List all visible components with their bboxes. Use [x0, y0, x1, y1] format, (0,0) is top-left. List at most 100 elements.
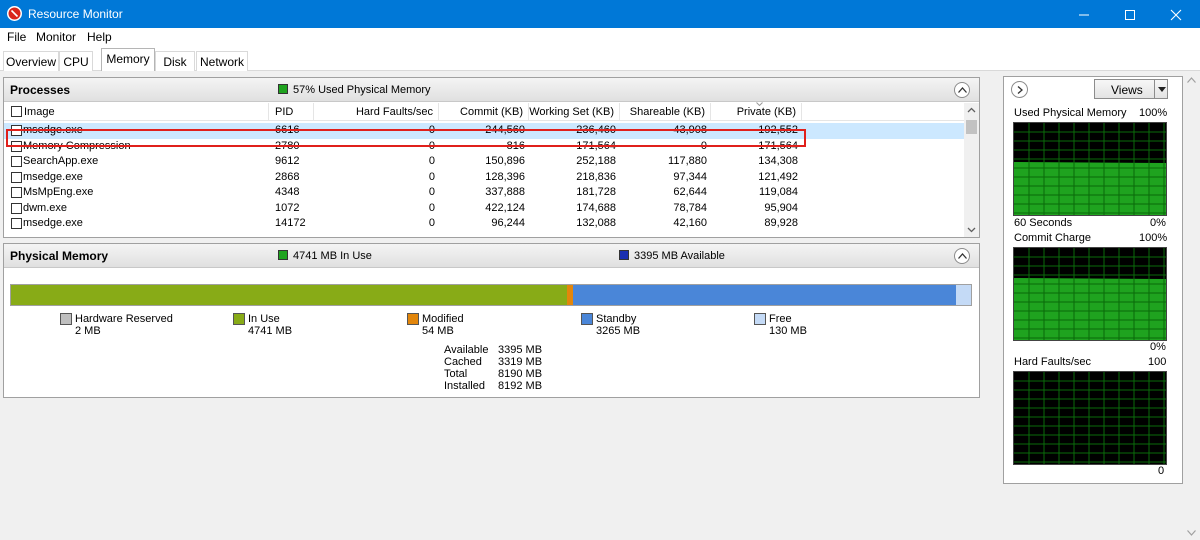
- physical-memory-header[interactable]: Physical Memory 4741 MB In Use 3395 MB A…: [4, 244, 979, 268]
- bar-segment-standby: [573, 285, 956, 305]
- processes-header[interactable]: Processes 57% Used Physical Memory: [4, 78, 979, 102]
- graph2-title: Commit Charge: [1014, 232, 1092, 244]
- stat-available-value: 3395 MB: [498, 344, 543, 356]
- column-hard-faults[interactable]: Hard Faults/sec: [314, 103, 439, 121]
- cell-pid: 1072: [275, 201, 300, 214]
- tab-overview[interactable]: Overview: [3, 51, 59, 71]
- window-scroll-up-icon: [1187, 77, 1196, 83]
- maximize-button[interactable]: [1107, 0, 1153, 28]
- legend-label-in-use: In Use: [248, 313, 280, 325]
- cell-working-set: 181,728: [576, 186, 616, 198]
- hard-faults-graph: [1013, 371, 1167, 465]
- in-use-stat: 4741 MB In Use: [293, 250, 372, 262]
- processes-scrollbar[interactable]: [964, 103, 979, 237]
- physical-memory-title: Physical Memory: [10, 249, 109, 263]
- row-checkbox[interactable]: [11, 218, 22, 229]
- stat-installed-value: 8192 MB: [498, 380, 543, 392]
- legend-label-standby: Standby: [596, 313, 637, 325]
- stat-available-label: Available: [444, 344, 489, 356]
- cell-commit: 337,888: [485, 186, 525, 198]
- collapse-processes-button[interactable]: [954, 82, 970, 98]
- used-physical-memory-graph: [1013, 122, 1167, 216]
- cell-pid: 9612: [275, 155, 300, 167]
- graph1-title: Used Physical Memory: [1014, 107, 1127, 119]
- cell-pid: 14172: [275, 217, 306, 229]
- select-all-checkbox[interactable]: [11, 106, 22, 117]
- cell-image: SearchApp.exe: [23, 155, 99, 167]
- cell-commit: 150,896: [485, 155, 525, 167]
- legend-value-standby: 3265 MB: [596, 325, 641, 337]
- tab-disk[interactable]: Disk: [155, 51, 195, 71]
- cell-private: 134,308: [758, 155, 798, 167]
- column-private[interactable]: Private (KB): [711, 102, 802, 121]
- table-row[interactable]: SearchApp.exe 9612 0 150,896 252,188 117,880 1…: [4, 154, 964, 170]
- used-memory-stat: 57% Used Physical Memory: [293, 84, 431, 96]
- cell-image: msedge.exe: [23, 170, 83, 183]
- legend-label-modified: Modified: [422, 313, 464, 325]
- window-scroll-down-icon: [1187, 530, 1196, 536]
- window-scrollbar[interactable]: [1184, 75, 1199, 540]
- row-checkbox[interactable]: [11, 202, 22, 214]
- legend-value-free: 130 MB: [769, 325, 807, 337]
- menu-file[interactable]: File: [7, 30, 26, 44]
- memory-usage-bar: [10, 284, 972, 306]
- window-title: Resource Monitor: [28, 7, 123, 21]
- hard-faults-graph-plot: [1014, 372, 1166, 464]
- graph-pane: Views Used Physical Memory 100% 60 Secon…: [1003, 76, 1183, 484]
- legend-label-free: Free: [769, 313, 792, 325]
- collapse-physical-memory-button[interactable]: [954, 248, 970, 264]
- scroll-down-icon[interactable]: [964, 222, 979, 237]
- stat-cached-value: 3319 MB: [498, 356, 543, 368]
- sort-descending-icon: [756, 102, 763, 106]
- tab-cpu[interactable]: CPU: [59, 51, 93, 71]
- bar-segment-in-use: [11, 285, 567, 305]
- stat-total-value: 8190 MB: [498, 368, 543, 380]
- legend-value-hardware-reserved: 2 MB: [75, 325, 101, 337]
- column-commit[interactable]: Commit (KB): [439, 103, 529, 121]
- cell-shareable: 117,880: [668, 155, 707, 167]
- graph3-max: 100: [1148, 356, 1167, 368]
- row-checkbox[interactable]: [11, 156, 22, 167]
- cell-working-set: 218,836: [576, 170, 616, 183]
- menu-help[interactable]: Help: [87, 30, 112, 44]
- legend-value-in-use: 4741 MB: [248, 325, 293, 337]
- views-label: Views: [1111, 83, 1143, 97]
- cell-private: 119,084: [759, 186, 798, 198]
- column-working-set[interactable]: Working Set (KB): [529, 103, 620, 121]
- scroll-up-icon[interactable]: [964, 103, 979, 118]
- resource-monitor-app-icon: [7, 6, 22, 21]
- graph1-time: 60 Seconds: [1014, 217, 1073, 229]
- cell-shareable: 78,784: [673, 201, 707, 214]
- table-row[interactable]: msedge.exe 14172 0 96,244 132,088 42,160 89,92…: [4, 216, 964, 232]
- views-divider: [1154, 80, 1155, 98]
- menu-monitor[interactable]: Monitor: [36, 30, 76, 44]
- legend-swatch-free: [754, 313, 766, 325]
- close-button[interactable]: [1153, 0, 1199, 28]
- cell-hard-faults: 0: [428, 217, 435, 229]
- in-use-swatch: [278, 250, 288, 260]
- views-dropdown[interactable]: Views: [1094, 79, 1168, 99]
- column-pid[interactable]: PID: [269, 103, 314, 121]
- stat-total-label: Total: [444, 368, 468, 380]
- scroll-thumb[interactable]: [966, 120, 977, 134]
- minimize-button[interactable]: [1061, 0, 1107, 28]
- cell-commit: 128,396: [485, 170, 525, 183]
- used-memory-swatch: [278, 84, 288, 94]
- column-shareable[interactable]: Shareable (KB): [620, 103, 711, 121]
- legend-value-modified: 54 MB: [422, 325, 454, 337]
- cell-hard-faults: 0: [428, 170, 435, 183]
- cell-private: 95,904: [764, 201, 798, 214]
- tab-memory[interactable]: Memory: [101, 48, 155, 72]
- column-image[interactable]: Image: [4, 103, 269, 121]
- process-table-header: Image PID Hard Faults/sec Commit (KB) Wo…: [4, 102, 964, 121]
- tab-strip: Overview CPU Memory Disk Network: [0, 47, 1200, 72]
- legend-swatch-in-use: [233, 313, 245, 325]
- tab-network[interactable]: Network: [196, 51, 248, 71]
- row-checkbox[interactable]: [11, 187, 22, 198]
- table-row[interactable]: dwm.exe 1072 0 422,124 174,688 78,784 95,904: [4, 201, 964, 217]
- expand-pane-button[interactable]: [1011, 81, 1028, 98]
- table-row[interactable]: msedge.exe 2868 0 128,396 218,836 97,344 121,4…: [4, 170, 964, 186]
- row-checkbox[interactable]: [11, 171, 22, 183]
- table-row[interactable]: MsMpEng.exe 4348 0 337,888 181,728 62,644 119,…: [4, 185, 964, 201]
- commit-charge-graph-plot: [1014, 248, 1166, 340]
